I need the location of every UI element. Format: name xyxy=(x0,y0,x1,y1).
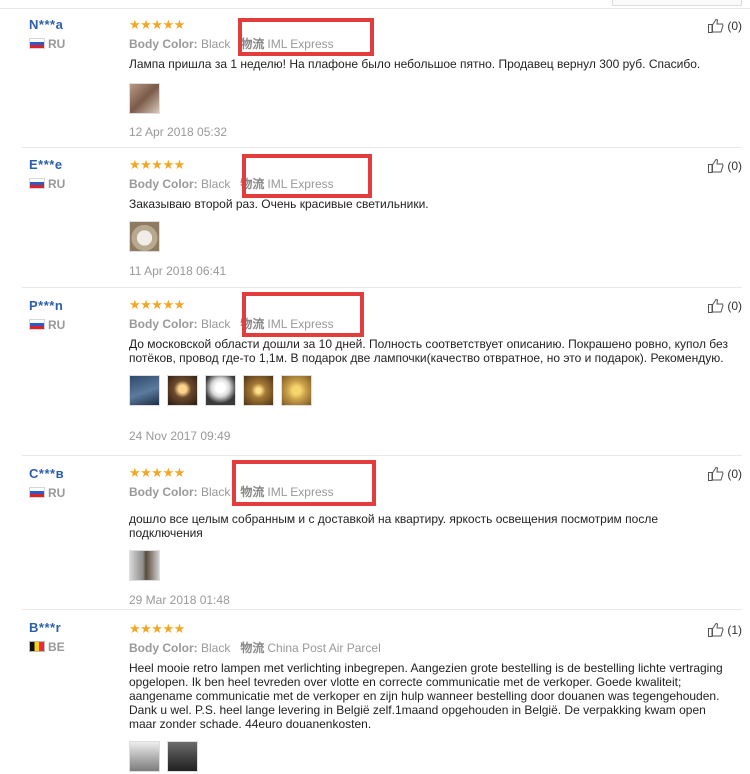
reviewer-name[interactable]: C***в xyxy=(29,466,124,482)
reviewer-country: RU xyxy=(29,486,124,500)
shipping-method: China Post Air Parcel xyxy=(267,641,381,655)
logistics-icon: 物流 xyxy=(240,317,265,331)
review-photo[interactable] xyxy=(243,375,274,406)
review-text: дошло все целым собранным и с доставкой … xyxy=(129,512,658,540)
review-photos xyxy=(129,550,729,583)
body-color-value: Black xyxy=(201,485,231,499)
review-item: E***e RU ★★★★★ Body Color: Black 物流 IML Ex… xyxy=(0,148,750,288)
review-photos xyxy=(129,375,729,408)
ru-flag-icon xyxy=(29,319,45,330)
review-date: 29 Mar 2018 01:48 xyxy=(129,593,230,607)
review-content: ★★★★★ Body Color: Black 物流 China Post Air … xyxy=(129,622,729,774)
star-rating: ★★★★★ xyxy=(129,465,185,480)
body-color-value: Black xyxy=(201,641,231,655)
review-item: N***a RU ★★★★★ Body Color: Black 物流 IML Ex… xyxy=(0,14,750,148)
reviewer-name[interactable]: N***a xyxy=(29,17,124,33)
review-content: ★★★★★ Body Color: Black 物流 IML Express дош… xyxy=(129,465,729,607)
star-rating: ★★★★★ xyxy=(129,17,185,32)
review-meta: Body Color: Black 物流 IML Express xyxy=(129,317,334,331)
reviewer: N***a RU xyxy=(29,17,124,51)
logistics-icon: 物流 xyxy=(240,641,265,655)
shipping-method: IML Express xyxy=(267,37,334,51)
reviewer-country: RU xyxy=(29,177,124,191)
reviewer-name[interactable]: P***n xyxy=(29,298,124,314)
ru-flag-icon xyxy=(29,487,45,498)
review-photos xyxy=(129,741,729,774)
review-item: B***r BE ★★★★★ Body Color: Black 物流 China … xyxy=(0,610,750,772)
reviewer: E***e RU xyxy=(29,157,124,191)
helpful-button[interactable]: (0) xyxy=(708,466,742,482)
body-color-value: Black xyxy=(201,177,231,191)
review-photo[interactable] xyxy=(129,741,160,772)
review-photo[interactable] xyxy=(281,375,312,406)
review-item: C***в RU ★★★★★ Body Color: Black 物流 IML Ex… xyxy=(0,456,750,610)
reviewer-country: RU xyxy=(29,318,124,332)
review-photo[interactable] xyxy=(167,741,198,772)
pagination-edge xyxy=(612,0,742,6)
review-text: До московской области дошли за 10 дней. … xyxy=(129,337,728,365)
logistics-icon: 物流 xyxy=(240,485,265,499)
thumbs-up-icon xyxy=(708,622,724,637)
reviewer: C***в RU xyxy=(29,466,124,500)
star-rating: ★★★★★ xyxy=(129,621,185,636)
shipping-method: IML Express xyxy=(267,317,334,331)
review-photos xyxy=(129,221,729,254)
review-date: 12 Apr 2018 05:32 xyxy=(129,125,228,139)
helpful-button[interactable]: (1) xyxy=(708,622,742,638)
helpful-button[interactable]: (0) xyxy=(708,298,742,314)
reviewer-country: BE xyxy=(29,640,124,654)
be-flag-icon xyxy=(29,641,45,652)
star-rating: ★★★★★ xyxy=(129,297,185,312)
review-photo[interactable] xyxy=(129,221,160,252)
thumbs-up-icon xyxy=(708,18,724,33)
ru-flag-icon xyxy=(29,38,45,49)
shipping-method: IML Express xyxy=(267,177,334,191)
reviewer: P***n RU xyxy=(29,298,124,332)
helpful-button[interactable]: (0) xyxy=(708,18,742,34)
star-rating: ★★★★★ xyxy=(129,157,185,172)
review-date: 24 Nov 2017 09:49 xyxy=(129,429,231,443)
review-text: Заказываю второй раз. Очень красивые све… xyxy=(129,197,429,211)
review-photos xyxy=(129,83,729,116)
review-meta: Body Color: Black 物流 China Post Air Parcel xyxy=(129,641,381,655)
body-color-value: Black xyxy=(201,37,231,51)
review-meta: Body Color: Black 物流 IML Express xyxy=(129,177,334,191)
review-photo[interactable] xyxy=(129,550,160,581)
helpful-button[interactable]: (0) xyxy=(708,158,742,174)
thumbs-up-icon xyxy=(708,466,724,481)
top-edge xyxy=(0,0,750,9)
review-photo[interactable] xyxy=(205,375,236,406)
review-meta: Body Color: Black 物流 IML Express xyxy=(129,485,334,499)
reviewer: B***r BE xyxy=(29,620,124,654)
review-content: ★★★★★ Body Color: Black 物流 IML Express Лам… xyxy=(129,17,729,139)
review-photo[interactable] xyxy=(129,83,160,114)
logistics-icon: 物流 xyxy=(240,177,265,191)
ru-flag-icon xyxy=(29,178,45,189)
review-date: 11 Apr 2018 06:41 xyxy=(129,264,227,278)
review-meta: Body Color: Black 物流 IML Express xyxy=(129,37,334,51)
shipping-method: IML Express xyxy=(267,485,334,499)
body-color-value: Black xyxy=(201,317,231,331)
thumbs-up-icon xyxy=(708,158,724,173)
review-content: ★★★★★ Body Color: Black 物流 IML Express До … xyxy=(129,297,729,443)
review-text: Heel mooie retro lampen met verlichting … xyxy=(129,661,723,731)
reviewer-name[interactable]: E***e xyxy=(29,157,124,173)
review-content: ★★★★★ Body Color: Black 物流 IML Express Зак… xyxy=(129,157,729,278)
logistics-icon: 物流 xyxy=(240,37,265,51)
reviewer-name[interactable]: B***r xyxy=(29,620,124,636)
review-photo[interactable] xyxy=(129,375,160,406)
review-text: Лампа пришла за 1 неделю! На плафоне был… xyxy=(129,57,701,71)
thumbs-up-icon xyxy=(708,298,724,313)
review-photo[interactable] xyxy=(167,375,198,406)
review-item: P***n RU ★★★★★ Body Color: Black 物流 IML Ex… xyxy=(0,288,750,456)
reviewer-country: RU xyxy=(29,37,124,51)
